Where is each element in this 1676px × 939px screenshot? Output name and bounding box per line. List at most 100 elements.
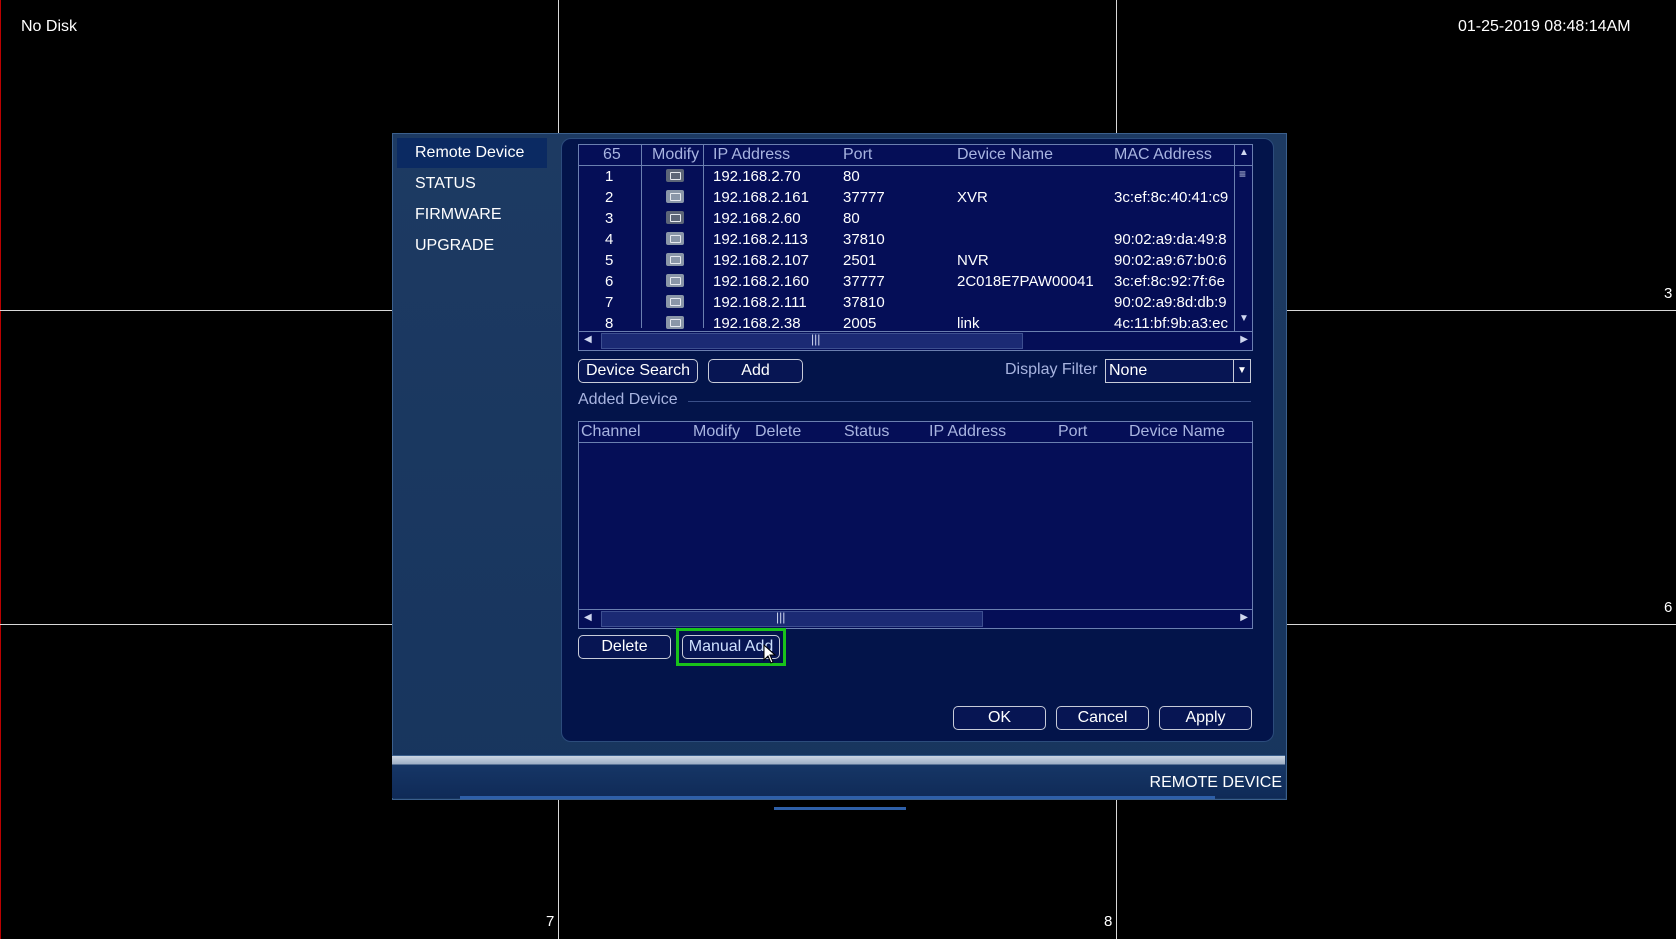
row-port: 37810 [843, 294, 885, 311]
channel-label-6: 6 [1664, 599, 1673, 616]
row-ip: 192.168.2.111 [713, 294, 807, 311]
row-ip: 192.168.2.60 [713, 210, 801, 227]
disk-status: No Disk [21, 18, 78, 35]
device-search-button[interactable]: Device Search [578, 359, 698, 383]
delete-button[interactable]: Delete [578, 635, 671, 659]
row-mac: 90:02:a9:8d:db:9 [1114, 294, 1227, 311]
row-port: 80 [843, 210, 860, 227]
row-port: 37777 [843, 189, 885, 206]
row-mac: 90:02:a9:67:b0:6 [1114, 252, 1227, 269]
channel-label-7: 7 [546, 913, 555, 930]
scroll-right-icon[interactable]: ▶ [1240, 612, 1248, 623]
modify-icon[interactable] [666, 295, 684, 308]
sidebar-item-upgrade[interactable]: UPGRADE [397, 231, 547, 261]
header-channel[interactable]: Channel [581, 422, 641, 442]
sidebar: Remote Device STATUS FIRMWARE UPGRADE [397, 138, 547, 262]
added-table-header: Channel Modify Delete Status IP Address … [579, 422, 1252, 443]
modify-icon[interactable] [666, 274, 684, 287]
scroll-left-icon[interactable]: ◀ [584, 334, 592, 345]
modify-icon[interactable] [666, 169, 684, 182]
header-ip[interactable]: IP Address [929, 422, 1006, 442]
modify-icon[interactable] [666, 316, 684, 329]
section-divider [688, 401, 1251, 402]
row-mac [1114, 166, 1234, 187]
added-device-section-label: Added Device [578, 391, 678, 408]
chevron-down-icon[interactable]: ▼ [1233, 360, 1250, 382]
row-mac: 90:02:a9:da:49:8 [1114, 231, 1227, 248]
device-count: 65 [603, 146, 621, 163]
table-row[interactable]: 7 192.168.2.111 37810 90:02:a9:8d:db:9 [579, 292, 1234, 313]
row-ip: 192.168.2.113 [713, 231, 808, 248]
search-table-vscroll[interactable]: ▲ ≡ ▼ [1234, 145, 1252, 331]
scroll-left-icon[interactable]: ◀ [584, 612, 592, 623]
row-device-name: XVR [957, 189, 988, 206]
sidebar-item-remote-device[interactable]: Remote Device [397, 138, 547, 168]
row-port: 2501 [843, 252, 877, 269]
display-filter-select[interactable]: None ▼ [1105, 359, 1251, 383]
footer-title: REMOTE DEVICE [1149, 774, 1282, 791]
header-status[interactable]: Status [844, 422, 889, 442]
datetime: 01-25-2019 08:48:14AM [1458, 18, 1631, 35]
scroll-grip-icon: ||| [776, 610, 786, 624]
header-modify[interactable]: Modify [693, 422, 740, 442]
header-device-name[interactable]: Device Name [1129, 422, 1225, 442]
dialog-footer: REMOTE DEVICE [392, 755, 1285, 798]
scroll-down-icon[interactable]: ▼ [1239, 313, 1249, 324]
header-port[interactable]: Port [843, 145, 872, 165]
row-port: 37810 [843, 231, 885, 248]
ok-button[interactable]: OK [953, 706, 1046, 730]
sidebar-item-firmware[interactable]: FIRMWARE [397, 200, 547, 230]
scroll-grip-icon: ||| [811, 332, 821, 346]
scroll-up-icon[interactable]: ▲ [1239, 147, 1249, 158]
header-port[interactable]: Port [1058, 422, 1087, 442]
row-number: 5 [605, 252, 614, 269]
remote-device-dialog: Remote Device STATUS FIRMWARE UPGRADE 65… [392, 133, 1287, 800]
left-edge-marker [0, 0, 1, 939]
modify-icon[interactable] [666, 232, 684, 245]
modify-icon[interactable] [666, 253, 684, 266]
header-delete[interactable]: Delete [755, 422, 801, 442]
table-row[interactable]: 5 192.168.2.107 2501 NVR 90:02:a9:67:b0:… [579, 250, 1234, 271]
table-row[interactable]: 2 192.168.2.161 37777 XVR 3c:ef:8c:40:41… [579, 187, 1234, 208]
row-number: 2 [605, 189, 614, 206]
row-port: 80 [843, 168, 860, 185]
row-number: 6 [605, 273, 614, 290]
table-row[interactable]: 1 192.168.2.70 80 [579, 166, 1234, 187]
scroll-right-icon[interactable]: ▶ [1240, 334, 1248, 345]
scroll-thumb[interactable] [601, 611, 983, 627]
search-table-hscroll[interactable]: ◀ ||| ▶ [579, 331, 1252, 350]
table-row[interactable]: 3 192.168.2.60 80 [579, 208, 1234, 229]
row-number: 3 [605, 210, 614, 227]
modify-icon[interactable] [666, 211, 684, 224]
row-ip: 192.168.2.160 [713, 273, 809, 290]
row-device-name: NVR [957, 252, 989, 269]
row-mac: 3c:ef:8c:92:7f:6e [1114, 273, 1225, 290]
row-number: 7 [605, 294, 614, 311]
channel-label-3: 3 [1664, 285, 1673, 302]
search-results-table: 65 Modify IP Address Port Device Name MA… [578, 144, 1253, 351]
header-mac[interactable]: MAC Address [1114, 145, 1212, 165]
table-row[interactable]: 4 192.168.2.113 37810 90:02:a9:da:49:8 [579, 229, 1234, 250]
sidebar-item-status[interactable]: STATUS [397, 169, 547, 199]
row-ip: 192.168.2.161 [713, 189, 809, 206]
footer-tab [774, 797, 906, 810]
modify-icon[interactable] [666, 190, 684, 203]
scroll-handle-icon[interactable]: ≡ [1239, 167, 1246, 181]
added-device-table: Channel Modify Delete Status IP Address … [578, 421, 1253, 629]
header-modify[interactable]: Modify [652, 145, 699, 165]
row-ip: 192.168.2.70 [713, 168, 801, 185]
header-device-name[interactable]: Device Name [957, 145, 1053, 165]
header-ip[interactable]: IP Address [713, 145, 790, 165]
table-row[interactable]: 6 192.168.2.160 37777 2C018E7PAW00041 3c… [579, 271, 1234, 292]
row-mac: 3c:ef:8c:40:41:c9 [1114, 189, 1229, 206]
row-number: 1 [605, 168, 614, 185]
search-table-header: 65 Modify IP Address Port Device Name MA… [579, 145, 1252, 166]
cancel-button[interactable]: Cancel [1056, 706, 1149, 730]
channel-label-8: 8 [1104, 913, 1113, 930]
apply-button[interactable]: Apply [1159, 706, 1252, 730]
row-mac [1114, 208, 1234, 229]
row-device-name: 2C018E7PAW00041 [957, 273, 1094, 290]
add-button[interactable]: Add [708, 359, 803, 383]
added-table-hscroll[interactable]: ◀ ||| ▶ [579, 609, 1252, 628]
content-panel: 65 Modify IP Address Port Device Name MA… [561, 138, 1274, 742]
